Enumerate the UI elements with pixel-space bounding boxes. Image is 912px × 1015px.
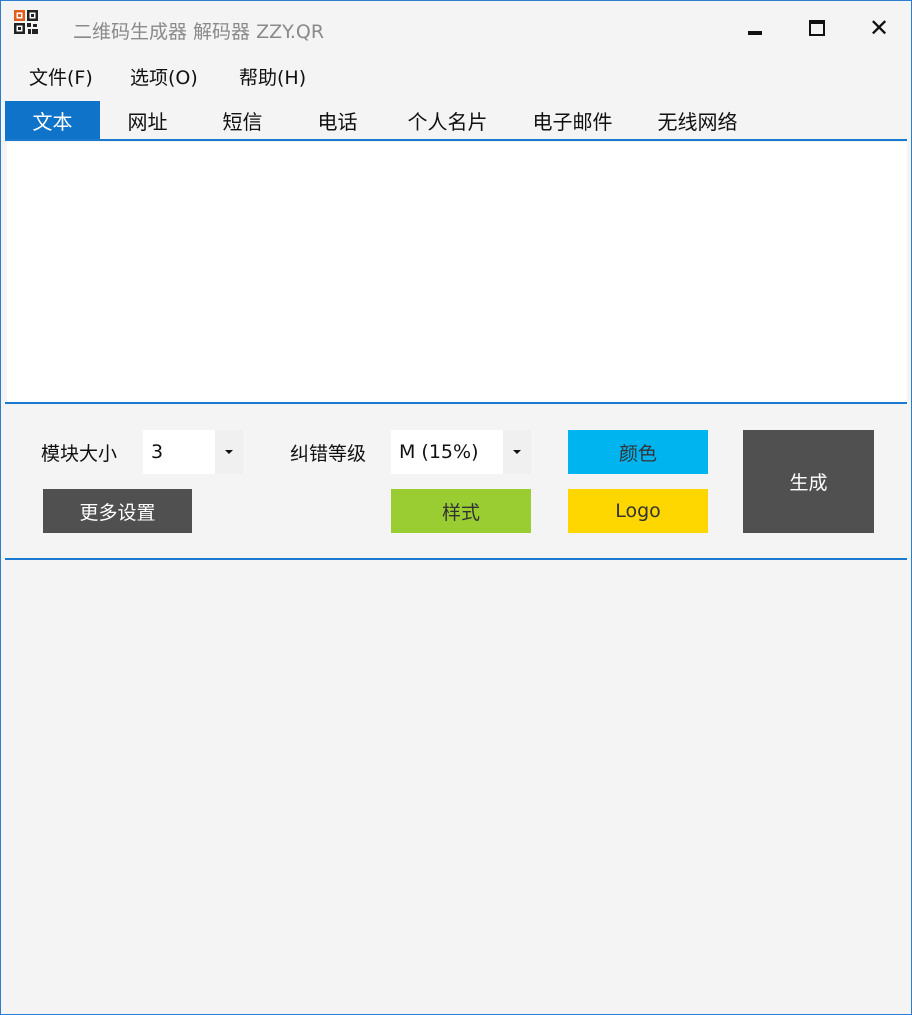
tab-phone[interactable]: 电话: [290, 101, 385, 139]
menu-bar: 文件(F) 选项(O) 帮助(H): [1, 59, 911, 93]
tab-vcard[interactable]: 个人名片: [385, 101, 510, 139]
app-window: 二维码生成器 解码器 ZZY.QR ✕ 文件(F) 选项(O) 帮助(H) 文本…: [0, 0, 912, 1015]
content-textarea[interactable]: [7, 142, 907, 404]
minimize-button[interactable]: [725, 1, 785, 55]
tab-sms[interactable]: 短信: [195, 101, 290, 139]
qr-output-area: [5, 561, 907, 1011]
tab-strip: 文本 网址 短信 电话 个人名片 电子邮件 无线网络: [5, 101, 907, 139]
tab-wifi[interactable]: 无线网络: [635, 101, 760, 139]
tab-text[interactable]: 文本: [5, 101, 100, 139]
minimize-icon: [748, 31, 762, 35]
menu-options[interactable]: 选项(O): [130, 63, 198, 90]
module-size-label: 模块大小: [41, 443, 118, 465]
module-size-dropdown-button[interactable]: [215, 430, 243, 474]
section-divider: [5, 402, 907, 404]
ecc-level-dropdown-button[interactable]: [503, 430, 531, 474]
module-size-value: 3: [151, 441, 164, 463]
maximize-icon: [809, 20, 825, 36]
close-button[interactable]: ✕: [849, 1, 909, 55]
color-button[interactable]: 颜色: [568, 430, 708, 474]
maximize-button[interactable]: [787, 1, 847, 55]
menu-file[interactable]: 文件(F): [29, 63, 93, 90]
chevron-down-icon: [513, 450, 521, 454]
ecc-level-label: 纠错等级: [290, 443, 367, 465]
module-size-select[interactable]: 3: [143, 430, 243, 474]
window-title: 二维码生成器 解码器 ZZY.QR: [73, 21, 325, 43]
more-settings-button[interactable]: 更多设置: [43, 489, 192, 533]
chevron-down-icon: [225, 450, 233, 454]
close-icon: ✕: [868, 14, 890, 42]
style-button[interactable]: 样式: [391, 489, 531, 533]
qr-code-icon: [14, 10, 38, 34]
menu-help[interactable]: 帮助(H): [239, 63, 306, 90]
ecc-level-select[interactable]: M (15%): [391, 430, 531, 474]
generate-button[interactable]: 生成: [743, 430, 874, 533]
logo-button[interactable]: Logo: [568, 489, 708, 533]
section-divider: [5, 558, 907, 560]
tab-email[interactable]: 电子邮件: [510, 101, 635, 139]
title-bar: 二维码生成器 解码器 ZZY.QR ✕: [1, 1, 911, 55]
tab-divider: [5, 139, 907, 141]
ecc-level-value: M (15%): [399, 441, 479, 463]
tab-url[interactable]: 网址: [100, 101, 195, 139]
